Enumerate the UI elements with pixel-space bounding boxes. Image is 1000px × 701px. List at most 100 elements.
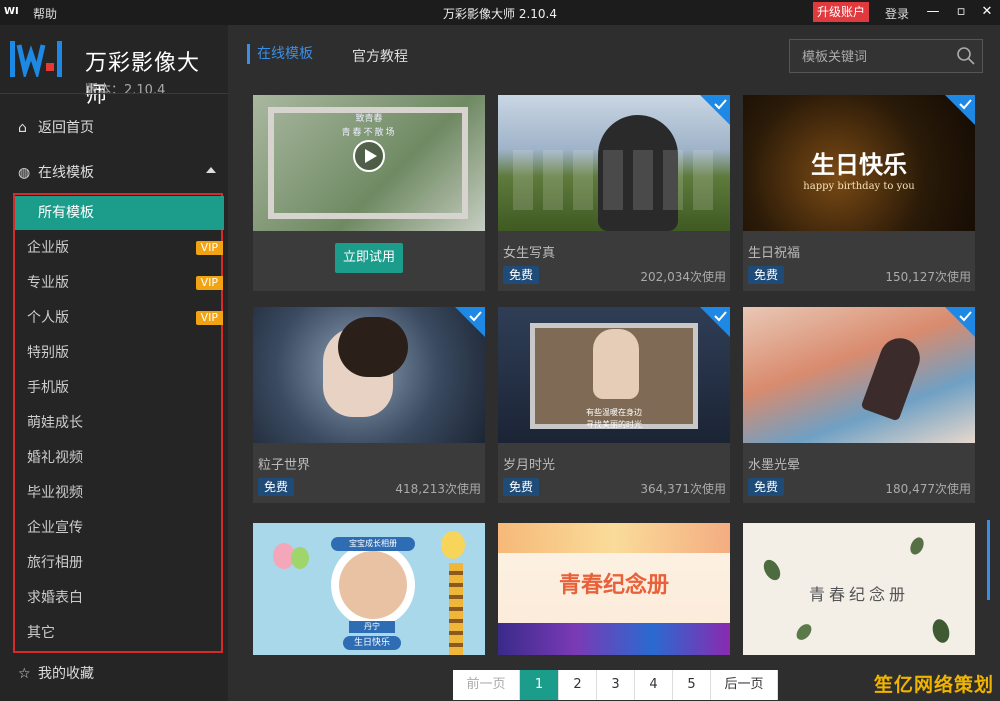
check-corner-icon bbox=[455, 307, 485, 337]
sidebar-item-label: 专业版 bbox=[27, 275, 69, 291]
search-input[interactable] bbox=[800, 47, 954, 67]
template-thumbnail: 致青春 青春不散场 bbox=[253, 95, 485, 231]
page-4-button[interactable]: 4 bbox=[635, 670, 673, 700]
template-card[interactable]: 青春纪念册 bbox=[498, 523, 730, 655]
play-icon[interactable] bbox=[352, 139, 386, 173]
vip-badge: VIP bbox=[195, 276, 223, 290]
page-1-button[interactable]: 1 bbox=[520, 670, 559, 700]
sidebar-item-corporate[interactable]: 企业宣传 bbox=[27, 511, 223, 545]
template-card[interactable]: 宝宝成长相册 丹宁 生日快乐 bbox=[253, 523, 485, 655]
thumbnail-caption: 致青春 bbox=[355, 114, 383, 124]
usage-count: 202,034次使用 bbox=[640, 270, 726, 284]
vip-badge: VIP bbox=[195, 241, 223, 255]
sidebar-home-label: 返回首页 bbox=[38, 120, 94, 136]
sidebar-favorites-label: 我的收藏 bbox=[38, 666, 94, 682]
sidebar-item-label: 特别版 bbox=[27, 345, 69, 361]
template-thumbnail: 宝宝成长相册 丹宁 生日快乐 bbox=[253, 523, 485, 655]
sidebar-item-label: 企业版 bbox=[27, 240, 69, 256]
sidebar-item-label: 所有模板 bbox=[38, 205, 94, 221]
try-now-button[interactable]: 立即试用 bbox=[335, 243, 403, 273]
thumbnail-caption: 生日快乐 bbox=[811, 151, 907, 179]
sidebar-divider bbox=[0, 93, 228, 94]
template-card[interactable]: 有些温暖在身边 寻找美丽的时光 岁月时光 免费 364,371次使用 bbox=[498, 307, 730, 503]
login-button[interactable]: 登录 bbox=[885, 5, 909, 22]
globe-icon: ◍ bbox=[18, 165, 31, 181]
sidebar-item-personal[interactable]: 个人版 VIP bbox=[27, 301, 223, 335]
minimize-icon[interactable]: — bbox=[922, 2, 944, 22]
template-card[interactable]: 致青春 青春不散场 立即试用 bbox=[253, 95, 485, 291]
template-card[interactable]: 粒子世界 免费 418,213次使用 bbox=[253, 307, 485, 503]
check-corner-icon bbox=[945, 307, 975, 337]
sidebar-item-label: 企业宣传 bbox=[27, 520, 83, 536]
template-title: 生日祝福 bbox=[748, 246, 801, 261]
scrollbar-thumb[interactable] bbox=[987, 520, 990, 600]
template-thumbnail: 青春纪念册 bbox=[498, 523, 730, 655]
watermark-text: 笙亿网络策划 bbox=[873, 674, 994, 696]
home-icon: ⌂ bbox=[18, 120, 27, 136]
sidebar-online-templates[interactable]: ◍ 在线模板 bbox=[18, 162, 218, 182]
sidebar-favorites[interactable]: ☆ 我的收藏 bbox=[18, 663, 94, 683]
brand-name: 万彩影像大师 bbox=[85, 51, 201, 108]
close-icon[interactable]: ✕ bbox=[976, 2, 998, 22]
sidebar-item-label: 手机版 bbox=[27, 380, 69, 396]
brand-logo-icon bbox=[10, 41, 62, 77]
tab-official-tutorials[interactable]: 官方教程 bbox=[352, 46, 408, 66]
page-5-button[interactable]: 5 bbox=[673, 670, 711, 700]
sidebar-item-special[interactable]: 特别版 bbox=[27, 336, 223, 370]
usage-count: 364,371次使用 bbox=[640, 482, 726, 496]
thumbnail-caption: 寻找美丽的时光 bbox=[586, 420, 642, 429]
free-badge: 免费 bbox=[258, 478, 295, 496]
sidebar-item-enterprise[interactable]: 企业版 VIP bbox=[27, 231, 223, 265]
brand: 万彩影像大师 版本：2.10.4 bbox=[10, 37, 220, 108]
thumbnail-caption: 宝宝成长相册 bbox=[331, 537, 415, 551]
free-badge: 免费 bbox=[503, 478, 540, 496]
page-3-button[interactable]: 3 bbox=[597, 670, 635, 700]
thumbnail-caption: 青春纪念册 bbox=[558, 573, 669, 598]
sidebar-item-graduation[interactable]: 毕业视频 bbox=[27, 476, 223, 510]
sidebar-item-proposal[interactable]: 求婚表白 bbox=[27, 581, 223, 615]
sidebar-item-label: 萌娃成长 bbox=[27, 415, 83, 431]
thumbnail-caption: 有些温暖在身边 bbox=[586, 408, 642, 417]
template-thumbnail: 生日快乐 happy birthday to you bbox=[743, 95, 975, 231]
sidebar-item-label: 个人版 bbox=[27, 310, 69, 326]
thumbnail-caption: 青春纪念册 bbox=[808, 585, 909, 604]
title-bar: WI 帮助 万彩影像大师 2.10.4 升级账户 登录 — ▫ ✕ bbox=[0, 0, 1000, 25]
template-thumbnail bbox=[253, 307, 485, 443]
template-category-menu: 所有模板 企业版 VIP 专业版 VIP 个人版 VIP 特别版 手机版 萌娃成长 婚… bbox=[13, 193, 224, 653]
maximize-icon[interactable]: ▫ bbox=[950, 2, 972, 22]
template-card[interactable]: 女生写真 免费 202,034次使用 bbox=[498, 95, 730, 291]
thumbnail-caption: 生日快乐 bbox=[343, 636, 401, 650]
template-thumbnail bbox=[498, 95, 730, 231]
prev-page-button[interactable]: 前一页 bbox=[453, 670, 520, 700]
sidebar-item-mobile[interactable]: 手机版 bbox=[27, 371, 223, 405]
thumbnail-caption: 青春不散场 bbox=[341, 128, 397, 138]
template-card[interactable]: 生日快乐 happy birthday to you 生日祝福 免费 150,1… bbox=[743, 95, 975, 291]
sidebar-home[interactable]: ⌂ 返回首页 bbox=[18, 117, 94, 137]
sidebar: 万彩影像大师 版本：2.10.4 ⌂ 返回首页 ◍ 在线模板 所有模板 企业版 VIP… bbox=[0, 25, 228, 701]
sidebar-item-kids[interactable]: 萌娃成长 bbox=[27, 406, 223, 440]
usage-count: 150,127次使用 bbox=[885, 270, 971, 284]
template-card[interactable]: 青春纪念册 bbox=[743, 523, 975, 655]
sidebar-item-travel[interactable]: 旅行相册 bbox=[27, 546, 223, 580]
check-corner-icon bbox=[700, 95, 730, 125]
tab-online-templates[interactable]: 在线模板 bbox=[247, 44, 313, 64]
next-page-button[interactable]: 后一页 bbox=[711, 670, 778, 700]
page-2-button[interactable]: 2 bbox=[559, 670, 597, 700]
usage-count: 418,213次使用 bbox=[395, 482, 481, 496]
upgrade-account-button[interactable]: 升级账户 bbox=[813, 2, 870, 22]
sidebar-item-wedding[interactable]: 婚礼视频 bbox=[27, 441, 223, 475]
collapse-icon[interactable] bbox=[206, 167, 216, 173]
sidebar-item-label: 毕业视频 bbox=[27, 485, 83, 501]
sidebar-item-other[interactable]: 其它 bbox=[27, 616, 223, 650]
template-title: 女生写真 bbox=[503, 246, 556, 261]
template-title: 水墨光晕 bbox=[748, 458, 801, 473]
template-card[interactable]: 水墨光晕 免费 180,477次使用 bbox=[743, 307, 975, 503]
star-icon: ☆ bbox=[18, 666, 31, 682]
brand-version: 版本：2.10.4 bbox=[85, 83, 166, 98]
search-box bbox=[789, 39, 983, 73]
search-icon[interactable] bbox=[956, 46, 976, 66]
sidebar-item-label: 其它 bbox=[27, 625, 55, 641]
template-thumbnail bbox=[743, 307, 975, 443]
sidebar-item-professional[interactable]: 专业版 VIP bbox=[27, 266, 223, 300]
sidebar-item-all[interactable]: 所有模板 bbox=[15, 196, 224, 230]
